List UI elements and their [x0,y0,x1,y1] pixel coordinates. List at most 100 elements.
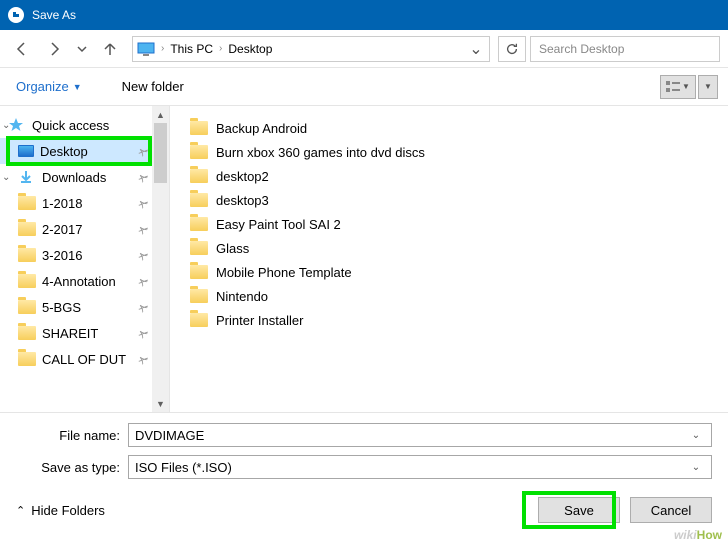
sidebar-item-label: 5-BGS [42,300,81,315]
up-button[interactable] [96,36,124,62]
chevron-up-icon: ⌃ [16,504,25,517]
sidebar-quick-access[interactable]: ⌄ Quick access [0,112,153,138]
pin-icon: ⊀ [135,195,151,211]
sidebar-item-3-2016[interactable]: 3-2016⊀ [0,242,153,268]
sidebar-item-4-annotation[interactable]: 4-Annotation ⊀ [0,268,153,294]
address-bar[interactable]: › This PC › Desktop ⌄ [132,36,490,62]
main-area: ⌄ Quick access Desktop⊀⌄Downloads⊀1-2018… [0,106,728,412]
save-button[interactable]: Save [538,497,620,523]
back-button[interactable] [8,36,36,62]
sidebar-item-shareit[interactable]: SHAREIT ⊀ [0,320,153,346]
pin-icon: ⊀ [135,247,151,263]
folder-icon [18,222,36,236]
file-name: Mobile Phone Template [216,265,352,280]
forward-button[interactable] [40,36,68,62]
file-name: Backup Android [216,121,307,136]
sidebar-item-label: CALL OF DUT [42,352,126,367]
sidebar-item-label: Quick access [32,118,109,133]
sidebar-item-1-2018[interactable]: 1-2018 ⊀ [0,190,153,216]
chevron-down-icon[interactable]: ⌄ [687,430,705,441]
scroll-thumb[interactable] [154,123,167,183]
nav-bar: › This PC › Desktop ⌄ Search Desktop [0,30,728,68]
cancel-button[interactable]: Cancel [630,497,712,523]
sidebar-item-downloads[interactable]: ⌄ Downloads ⊀ [0,164,153,190]
sidebar-item-label: Desktop [40,144,88,159]
file-name: Burn xbox 360 games into dvd discs [216,145,425,160]
file-item[interactable]: Nintendo [186,284,728,308]
window-title: Save As [32,8,76,22]
sidebar-item-label: 2-2017 [42,222,82,237]
recent-dropdown[interactable] [72,36,92,62]
file-item[interactable]: Glass [186,236,728,260]
file-name: Printer Installer [216,313,303,328]
desktop-icon [18,145,34,157]
scroll-down-arrow[interactable]: ▼ [152,395,169,412]
sidebar-item-5-bgs[interactable]: 5-BGS⊀ [0,294,153,320]
sidebar: ⌄ Quick access Desktop⊀⌄Downloads⊀1-2018… [0,106,170,412]
pc-icon [137,42,155,56]
pin-icon: ⊀ [135,169,151,185]
organize-menu[interactable]: Organize ▼ [10,75,88,98]
bottom-bar: File name: DVDIMAGE ⌄ Save as type: ISO … [0,412,728,537]
saveastype-label: Save as type: [16,460,128,475]
sidebar-item-label: 1-2018 [42,196,82,211]
new-folder-button[interactable]: New folder [116,75,190,98]
folder-icon [18,326,36,340]
search-input[interactable]: Search Desktop [530,36,720,62]
folder-icon [190,289,208,303]
download-icon [18,169,36,185]
sidebar-item-2-2017[interactable]: 2-2017 ⊀ [0,216,153,242]
expander-icon[interactable]: ⌄ [2,172,14,183]
file-item[interactable]: Printer Installer [186,308,728,332]
scroll-up-arrow[interactable]: ▲ [152,106,169,123]
folder-icon [190,265,208,279]
sidebar-item-label: SHAREIT [42,326,98,341]
file-name: desktop3 [216,193,269,208]
pin-icon: ⊀ [135,325,151,341]
filename-input[interactable]: DVDIMAGE ⌄ [128,423,712,447]
sidebar-item-label: Downloads [42,170,106,185]
file-name: Easy Paint Tool SAI 2 [216,217,341,232]
folder-icon [190,193,208,207]
toolbar: Organize ▼ New folder ▼ ▼ [0,68,728,106]
file-item[interactable]: Burn xbox 360 games into dvd discs [186,140,728,164]
file-item[interactable]: desktop2 [186,164,728,188]
folder-icon [190,313,208,327]
folder-icon [190,241,208,255]
expander-icon[interactable]: ⌄ [2,120,14,131]
breadcrumb-root[interactable]: This PC [170,42,213,56]
file-name: Nintendo [216,289,268,304]
folder-icon [18,300,36,314]
refresh-button[interactable] [498,36,526,62]
file-item[interactable]: desktop3 [186,188,728,212]
title-bar: Save As [0,0,728,30]
watermark: wikiHow [674,528,722,542]
file-item[interactable]: Mobile Phone Template [186,260,728,284]
file-item[interactable]: Easy Paint Tool SAI 2 [186,212,728,236]
file-name: desktop2 [216,169,269,184]
sidebar-item-call-of-dut[interactable]: CALL OF DUT ⊀ [0,346,153,372]
file-list[interactable]: Backup Android Burn xbox 360 games into d… [170,106,728,412]
pin-icon: ⊀ [135,351,151,367]
pin-icon: ⊀ [135,221,151,237]
sidebar-item-desktop[interactable]: Desktop ⊀ [0,138,153,164]
sidebar-item-label: 4-Annotation [42,274,116,289]
view-options-button[interactable]: ▼ [660,75,696,99]
file-item[interactable]: Backup Android [186,116,728,140]
folder-icon [190,169,208,183]
filename-label: File name: [16,428,128,443]
hide-folders-toggle[interactable]: ⌃ Hide Folders [16,503,105,518]
view-dropdown[interactable]: ▼ [698,75,718,99]
app-icon [8,7,24,23]
address-dropdown[interactable]: ⌄ [467,39,485,59]
sidebar-scrollbar[interactable]: ▲ ▼ [152,106,169,412]
pin-icon: ⊀ [135,273,151,289]
file-name: Glass [216,241,249,256]
chevron-down-icon[interactable]: ⌄ [687,462,705,473]
breadcrumb-folder[interactable]: Desktop [228,42,272,56]
saveastype-combo[interactable]: ISO Files (*.ISO) ⌄ [128,455,712,479]
chevron-icon: › [219,43,222,54]
chevron-icon: › [161,43,164,54]
pin-icon: ⊀ [135,143,151,159]
folder-icon [18,274,36,288]
